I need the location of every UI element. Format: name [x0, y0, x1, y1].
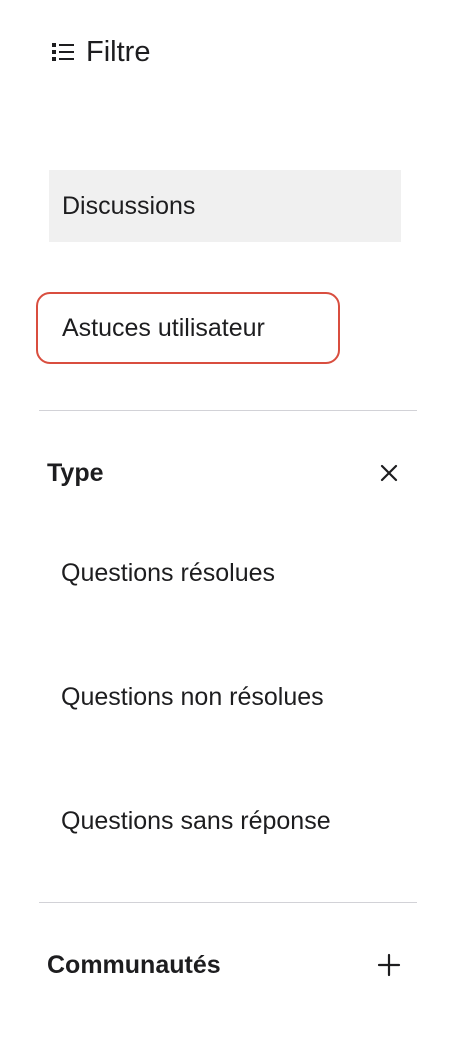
section-header-communities[interactable]: Communautés: [47, 945, 417, 985]
section-title-type: Type: [47, 458, 104, 487]
type-option-label: Questions résolues: [61, 558, 276, 587]
close-icon[interactable]: [375, 459, 403, 487]
view-option-user-tips[interactable]: Astuces utilisateur: [36, 292, 340, 364]
type-option-unanswered[interactable]: Questions sans réponse: [61, 801, 331, 841]
divider: [39, 902, 417, 903]
filter-header: Filtre: [48, 30, 150, 74]
view-option-label: Discussions: [62, 191, 196, 220]
type-option-label: Questions non résolues: [61, 682, 324, 711]
view-option-discussions[interactable]: Discussions: [49, 170, 401, 242]
type-option-label: Questions sans réponse: [61, 806, 331, 835]
plus-icon[interactable]: [375, 951, 403, 979]
view-option-label: Astuces utilisateur: [62, 313, 265, 342]
type-option-resolved[interactable]: Questions résolues: [61, 553, 275, 593]
section-header-type[interactable]: Type: [47, 453, 417, 493]
section-title-communities: Communautés: [47, 950, 221, 979]
list-filter-icon: [48, 37, 78, 67]
type-option-unresolved[interactable]: Questions non résolues: [61, 677, 324, 717]
divider: [39, 410, 417, 411]
filter-title: Filtre: [86, 35, 151, 68]
